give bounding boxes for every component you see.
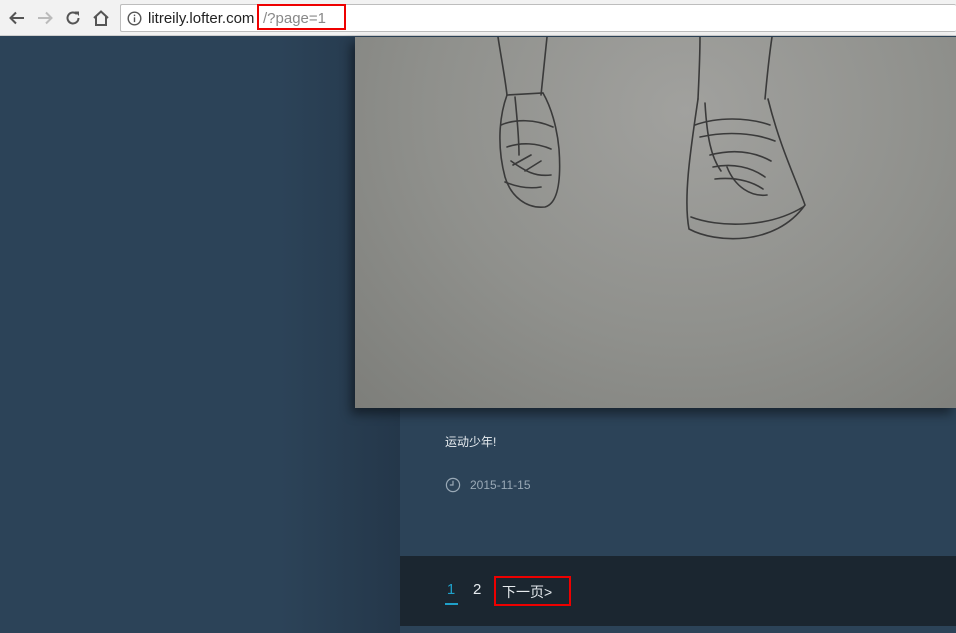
current-page-indicator: [445, 603, 458, 605]
pagination-bar: [400, 556, 956, 626]
url-highlight-box: [257, 4, 346, 30]
url-host: litreily.lofter.com: [148, 10, 255, 27]
post-date-row: 2015-11-15: [445, 476, 531, 494]
reload-icon[interactable]: [61, 6, 85, 30]
page-link-1[interactable]: 1: [445, 581, 457, 598]
home-icon[interactable]: [89, 6, 113, 30]
page-footer-strip: [400, 626, 956, 633]
next-highlight-box: [494, 576, 571, 606]
browser-toolbar: litreily.lofter.com /?page=1: [0, 0, 956, 36]
post-caption: 运动少年!: [445, 435, 497, 449]
back-icon[interactable]: [5, 6, 29, 30]
info-icon[interactable]: [127, 11, 142, 26]
post-photo[interactable]: [355, 37, 956, 408]
post-date: 2015-11-15: [470, 478, 531, 492]
left-panel: [0, 37, 400, 633]
clock-icon: [445, 477, 461, 493]
address-bar[interactable]: litreily.lofter.com /?page=1: [120, 4, 956, 32]
page-link-2[interactable]: 2: [473, 581, 481, 598]
sketch-drawing: [497, 37, 806, 240]
forward-icon[interactable]: [33, 6, 57, 30]
